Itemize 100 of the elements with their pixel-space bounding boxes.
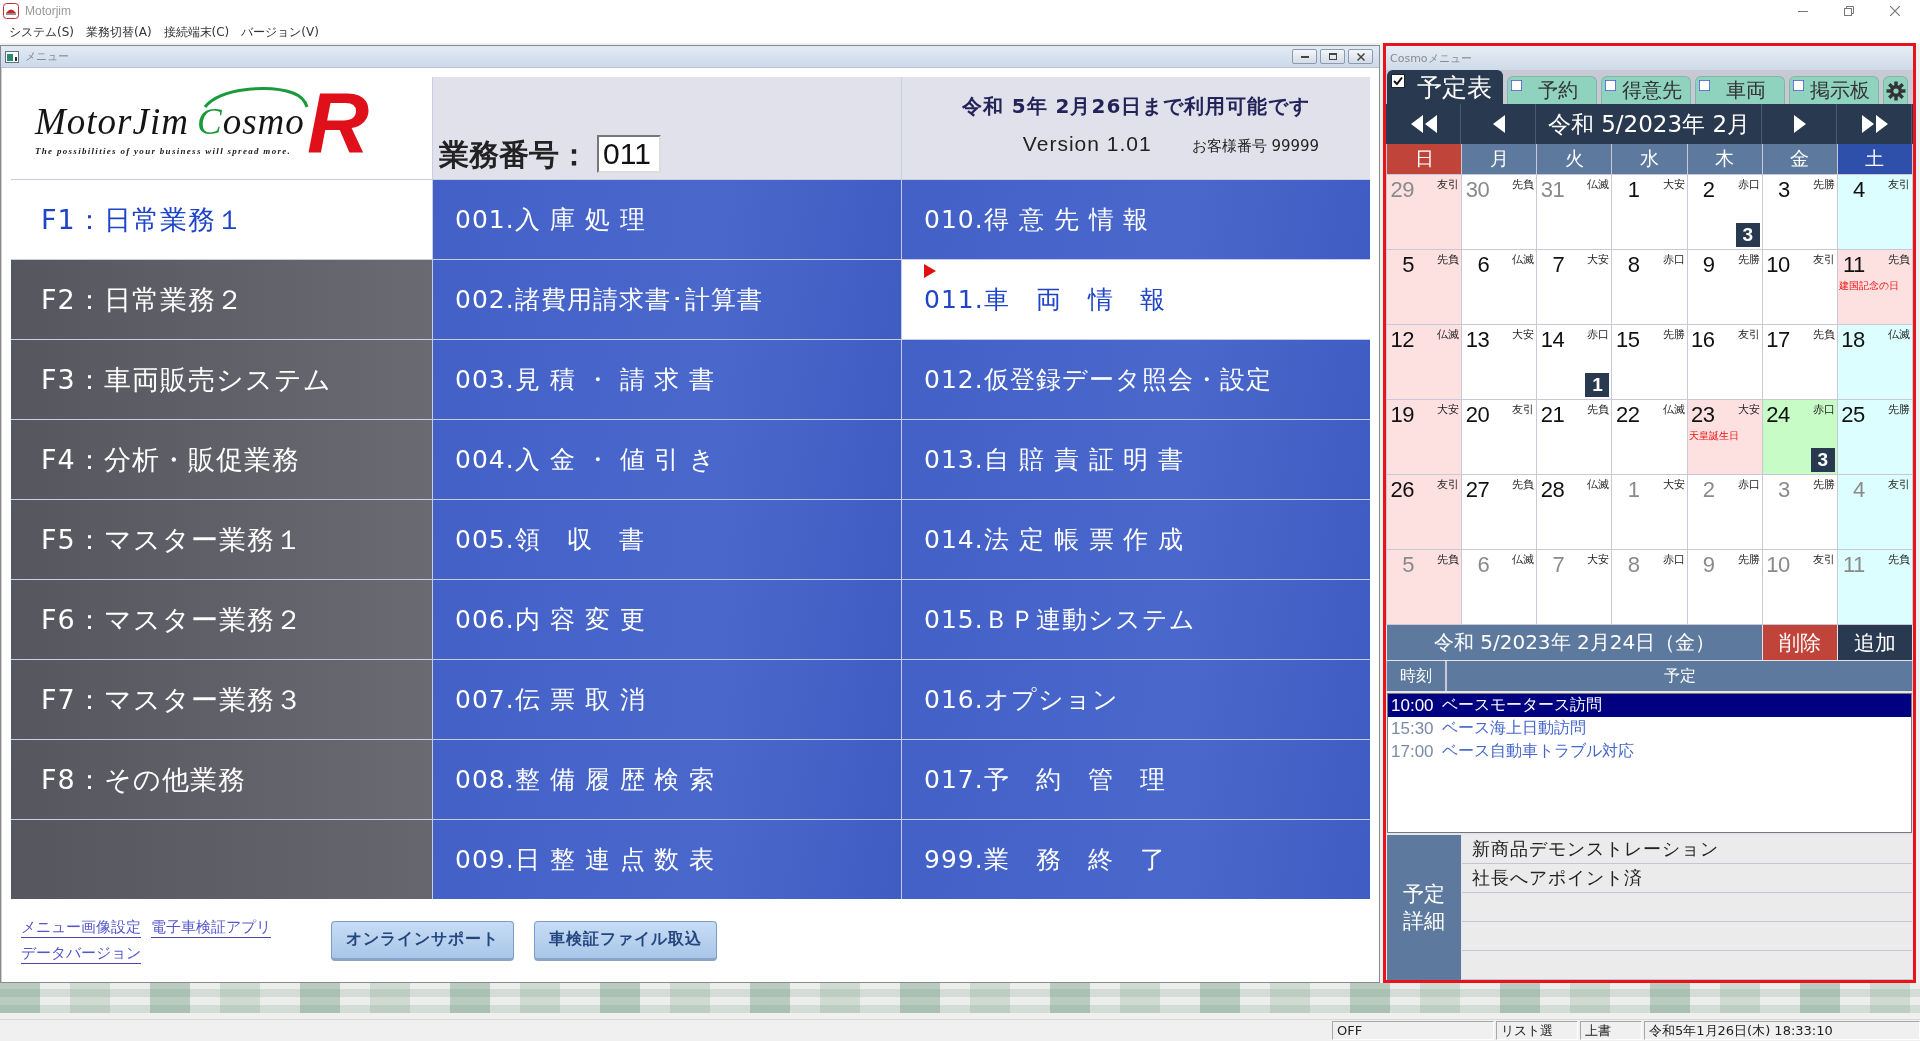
calendar-day[interactable]: 8 赤口 — [1612, 250, 1687, 324]
task-menu-item[interactable]: 017.予 約 管 理 — [902, 740, 1370, 819]
calendar-day[interactable]: 4 友引 — [1837, 175, 1912, 249]
minimize-button[interactable] — [1292, 49, 1317, 64]
menu-item[interactable]: 業務切替(A) — [80, 24, 158, 41]
tab[interactable]: 車両 — [1695, 76, 1785, 104]
task-menu-item[interactable]: 012.仮登録データ照会・設定 — [902, 340, 1370, 419]
schedule-title: ベース自動車トラブル対応 — [1441, 741, 1634, 762]
calendar-day[interactable]: 19 大安 — [1387, 400, 1462, 474]
calendar-day[interactable]: 17 先負 — [1762, 325, 1837, 399]
action-button[interactable]: 車検証ファイル取込 — [534, 920, 717, 961]
calendar-day[interactable]: 16 友引 — [1687, 325, 1762, 399]
task-menu-item[interactable]: 999.業 務 終 了 — [902, 820, 1370, 899]
calendar-day[interactable]: 27 先負 — [1462, 475, 1537, 549]
calendar-day[interactable]: 9 先勝 — [1687, 550, 1762, 624]
calendar-day[interactable]: 28 仏滅 — [1537, 475, 1612, 549]
calendar-day[interactable]: 14 赤口 1 — [1537, 325, 1612, 399]
calendar-day[interactable]: 30 先負 — [1462, 175, 1537, 249]
calendar-day[interactable]: 29 友引 — [1387, 175, 1462, 249]
calendar-day[interactable]: 13 大安 — [1462, 325, 1537, 399]
calendar-day[interactable]: 2 赤口 — [1687, 475, 1762, 549]
rokuyo-label: 先負 — [1437, 252, 1460, 267]
calendar-day[interactable]: 1 大安 — [1612, 175, 1687, 249]
restore-icon[interactable] — [1844, 6, 1854, 16]
task-menu-item[interactable]: 005.領 収 書 — [433, 500, 901, 579]
tab[interactable]: 得意先 — [1601, 76, 1691, 104]
calendar-day[interactable]: 9 先勝 — [1687, 250, 1762, 324]
calendar-day[interactable]: 11 先負 — [1837, 550, 1912, 624]
text-link[interactable]: 電子車検証アプリ — [151, 917, 271, 938]
calendar-day[interactable]: 3 先勝 — [1762, 475, 1837, 549]
calendar-day[interactable]: 18 仏滅 — [1837, 325, 1912, 399]
action-button[interactable]: オンラインサポート — [331, 920, 514, 961]
calendar-day[interactable]: 21 先負 — [1537, 400, 1612, 474]
calendar-day[interactable]: 7 大安 — [1537, 550, 1612, 624]
calendar-day[interactable]: 3 先勝 — [1762, 175, 1837, 249]
menu-item[interactable]: 接続端末(C) — [157, 24, 236, 41]
rokuyo-label: 友引 — [1437, 477, 1460, 492]
tab[interactable]: 掲示板 — [1789, 76, 1879, 104]
text-link[interactable]: データバージョン — [21, 943, 141, 964]
schedule-row[interactable]: 15:30 ベース海上日動訪問 — [1388, 717, 1911, 740]
maximize-button[interactable] — [1320, 49, 1345, 64]
category-item[interactable]: F1：日常業務１ — [11, 180, 432, 259]
calendar-day[interactable]: 15 先勝 — [1612, 325, 1687, 399]
category-item[interactable]: F8：その他業務 — [11, 740, 432, 819]
calendar-day[interactable]: 5 先負 — [1387, 550, 1462, 624]
task-menu-item[interactable]: 015.ＢＰ連動システム — [902, 580, 1370, 659]
calendar-day[interactable]: 2 赤口 3 — [1687, 175, 1762, 249]
task-menu-item[interactable]: 007.伝 票 取 消 — [433, 660, 901, 739]
calendar-day[interactable]: 25 先勝 — [1837, 400, 1912, 474]
task-menu-item[interactable]: 013.自 賠 責 証 明 書 — [902, 420, 1370, 499]
task-menu-item[interactable]: 014.法 定 帳 票 作 成 — [902, 500, 1370, 579]
day-number: 30 — [1464, 177, 1490, 203]
calendar-day[interactable]: 5 先負 — [1387, 250, 1462, 324]
calendar-day[interactable]: 4 友引 — [1837, 475, 1912, 549]
task-menu-item[interactable]: 003.見 積 ・ 請 求 書 — [433, 340, 901, 419]
calendar-day[interactable]: 11 先負 建国記念の日 — [1837, 250, 1912, 324]
calendar-day[interactable]: 22 仏滅 — [1612, 400, 1687, 474]
calendar-day[interactable]: 1 大安 — [1612, 475, 1687, 549]
tab[interactable]: 予約 — [1507, 76, 1597, 104]
calendar-day[interactable]: 31 仏滅 — [1537, 175, 1612, 249]
business-number-field[interactable]: 011 — [597, 135, 661, 173]
schedule-row[interactable]: 17:00 ベース自動車トラブル対応 — [1388, 740, 1911, 763]
calendar-day[interactable]: 10 友引 — [1762, 250, 1837, 324]
category-item[interactable]: F3：車両販売システム — [11, 340, 432, 419]
menu-item[interactable]: システム(S) — [3, 24, 80, 41]
task-menu-item[interactable]: 009.日 整 連 点 数 表 — [433, 820, 901, 899]
task-menu-item[interactable]: 002.諸費用請求書･計算書 — [433, 260, 901, 339]
category-item[interactable]: F2：日常業務２ — [11, 260, 432, 339]
close-icon[interactable] — [1890, 6, 1900, 16]
category-item[interactable]: F6：マスター業務２ — [11, 580, 432, 659]
calendar-day[interactable]: 26 友引 — [1387, 475, 1462, 549]
minimize-icon[interactable] — [1798, 10, 1808, 12]
task-menu-item[interactable]: 008.整 備 履 歴 検 索 — [433, 740, 901, 819]
calendar-day[interactable]: 12 仏滅 — [1387, 325, 1462, 399]
logo-tagline: The possibilities of your business will spread more. — [35, 146, 293, 156]
calendar-day[interactable]: 8 赤口 — [1612, 550, 1687, 624]
task-menu-item[interactable]: 011.車 両 情 報 — [902, 260, 1370, 339]
task-menu-item[interactable]: 006.内 容 変 更 — [433, 580, 901, 659]
calendar-day[interactable]: 10 友引 — [1762, 550, 1837, 624]
close-button[interactable] — [1348, 49, 1373, 64]
calendar-day[interactable]: 6 仏滅 — [1462, 250, 1537, 324]
tab[interactable]: 予定表 — [1387, 70, 1503, 104]
settings-tab[interactable] — [1883, 76, 1908, 104]
calendar-day[interactable]: 23 大安 天皇誕生日 — [1687, 400, 1762, 474]
delete-button[interactable]: 削除 — [1763, 625, 1837, 660]
task-menu-item[interactable]: 004.入 金 ・ 値 引 き — [433, 420, 901, 499]
calendar-day[interactable]: 7 大安 — [1537, 250, 1612, 324]
calendar-day[interactable]: 6 仏滅 — [1462, 550, 1537, 624]
task-menu-item[interactable]: 001.入 庫 処 理 — [433, 180, 901, 259]
category-item[interactable]: F7：マスター業務３ — [11, 660, 432, 739]
category-item[interactable]: F5：マスター業務１ — [11, 500, 432, 579]
menu-item[interactable]: バージョン(V) — [235, 24, 325, 41]
calendar-day[interactable]: 24 赤口 3 — [1762, 400, 1837, 474]
task-menu-item[interactable]: 016.オプション — [902, 660, 1370, 739]
schedule-row[interactable]: 10:00 ベースモータース訪問 — [1388, 694, 1911, 717]
category-item[interactable]: F4：分析・販促業務 — [11, 420, 432, 499]
task-menu-item[interactable]: 010.得 意 先 情 報 — [902, 180, 1370, 259]
calendar-day[interactable]: 20 友引 — [1462, 400, 1537, 474]
text-link[interactable]: メニュー画像設定 — [21, 917, 141, 938]
add-button[interactable]: 追加 — [1838, 625, 1912, 660]
